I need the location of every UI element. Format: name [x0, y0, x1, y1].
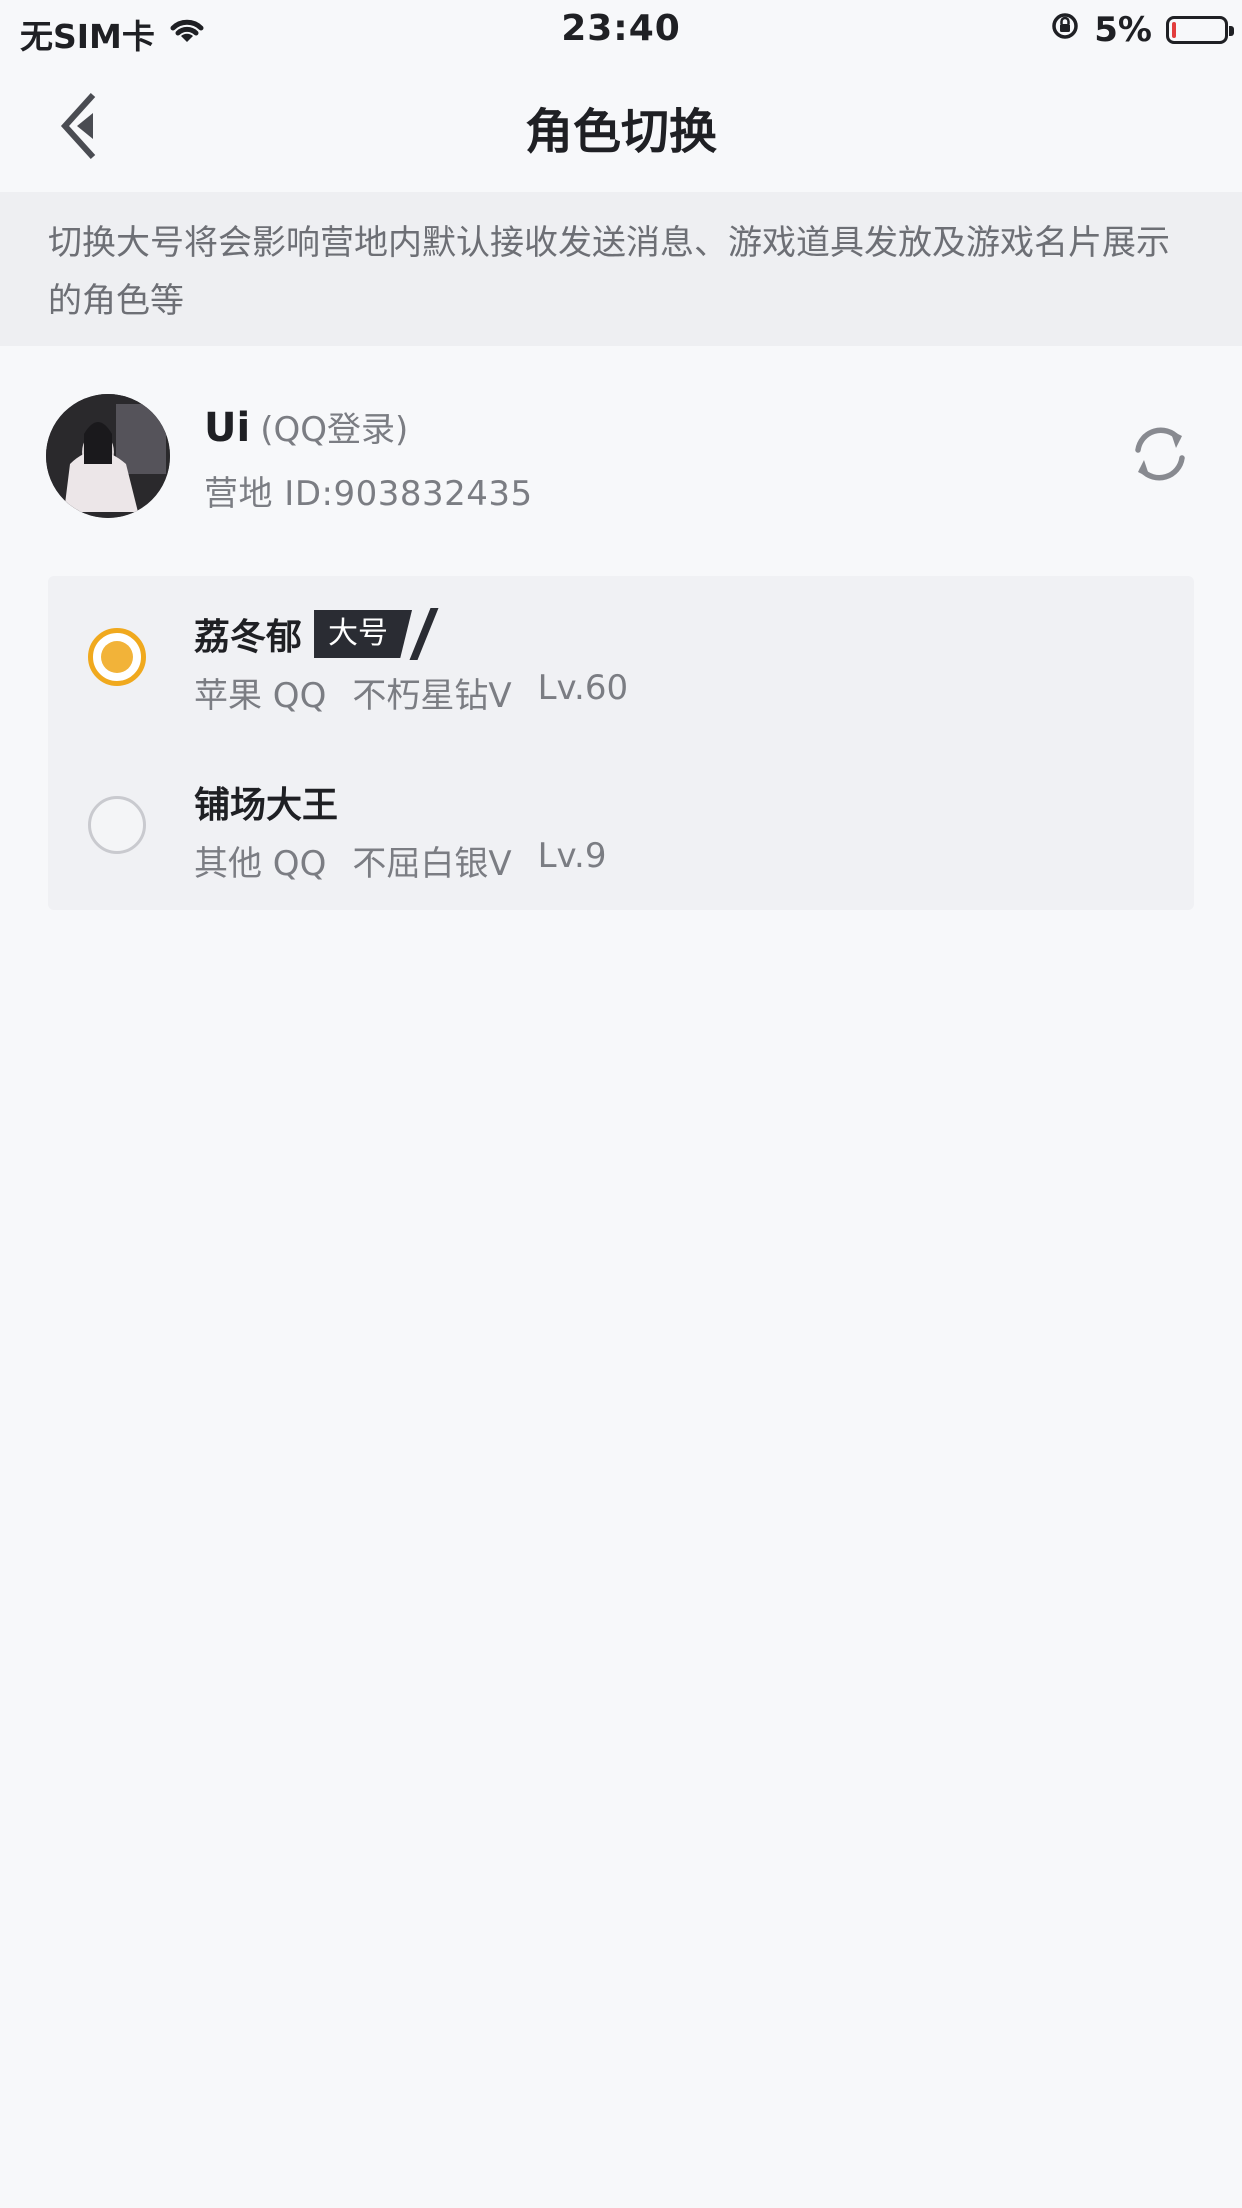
battery-fill — [1172, 22, 1176, 38]
account-id: 营地 ID:903832435 — [204, 474, 533, 514]
role-name: 荔冬郁 — [194, 617, 303, 658]
account-name-row: Ui (QQ登录) — [204, 402, 408, 451]
notice-text: 切换大号将会影响营地内默认接收发送消息、游戏道具发放及游戏名片展示的角色等 — [48, 223, 1170, 321]
account-name: Ui — [204, 405, 251, 451]
status-right: 5% — [1050, 10, 1234, 50]
role-item[interactable]: 铺场大王 其他 QQ 不屈白银Ⅴ Lv.9 — [48, 744, 1194, 910]
role-platform: 其他 QQ — [194, 844, 327, 884]
status-bar: 无SIM卡 23:40 5% — [0, 0, 1242, 62]
battery-percent: 5% — [1094, 10, 1152, 50]
role-name-row: 铺场大王 — [194, 776, 338, 828]
account-login-type: (QQ登录) — [260, 410, 409, 450]
page-title: 角色切换 — [524, 104, 717, 160]
role-rank: 不朽星钻Ⅴ — [352, 676, 512, 716]
role-rank: 不屈白银Ⅴ — [352, 844, 512, 884]
main-account-badge: 大号 — [314, 610, 413, 658]
role-item[interactable]: 荔冬郁 大号 苹果 QQ 不朽星钻Ⅴ Lv.60 — [48, 576, 1194, 742]
badge-slash-decoration — [409, 608, 439, 660]
radio-unselected[interactable] — [88, 796, 146, 854]
nav-bar: 角色切换 — [0, 62, 1242, 192]
role-list: 荔冬郁 大号 苹果 QQ 不朽星钻Ⅴ Lv.60 铺场大王 其他 QQ 不屈白银… — [48, 576, 1194, 910]
notice-banner: 切换大号将会影响营地内默认接收发送消息、游戏道具发放及游戏名片展示的角色等 — [0, 192, 1242, 346]
rotation-lock-icon — [1050, 10, 1080, 50]
role-detail: 苹果 QQ 不朽星钻Ⅴ Lv.60 — [194, 668, 628, 717]
role-detail: 其他 QQ 不屈白银Ⅴ Lv.9 — [194, 836, 606, 885]
role-name: 铺场大王 — [194, 785, 339, 826]
role-level: Lv.9 — [537, 836, 607, 876]
role-level: Lv.60 — [537, 668, 629, 708]
role-name-row: 荔冬郁 大号 — [194, 608, 439, 660]
radio-selected[interactable] — [88, 628, 146, 686]
battery-icon — [1166, 16, 1234, 44]
refresh-icon — [1126, 427, 1194, 492]
account-header: Ui (QQ登录) 营地 ID:903832435 — [0, 346, 1242, 534]
role-platform: 苹果 QQ — [194, 676, 327, 716]
refresh-button[interactable] — [1126, 420, 1194, 488]
avatar[interactable] — [46, 394, 170, 518]
